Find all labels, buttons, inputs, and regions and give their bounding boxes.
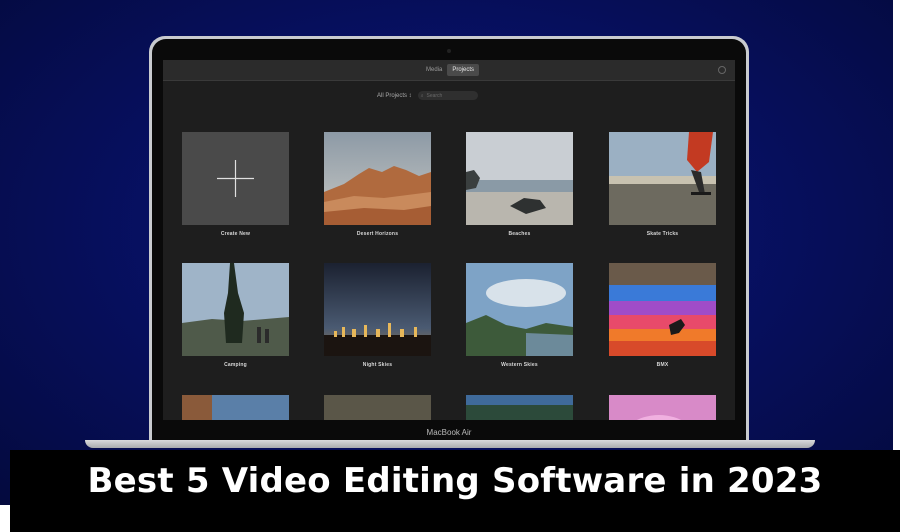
project-title: Camping: [224, 362, 247, 368]
app-window: Media Projects All Projects ↕ ⌕ Search C…: [163, 60, 735, 420]
project-card[interactable]: [609, 395, 716, 420]
project-card[interactable]: [466, 395, 573, 420]
project-card[interactable]: Skate Tricks: [609, 132, 716, 237]
search-input[interactable]: ⌕ Search: [417, 91, 478, 100]
project-thumbnail: [609, 132, 716, 225]
project-thumbnail: [466, 263, 573, 356]
search-placeholder: Search: [426, 92, 443, 99]
create-new-tile[interactable]: [182, 132, 289, 225]
project-card[interactable]: Beaches: [466, 132, 573, 237]
project-thumbnail: [466, 395, 573, 420]
search-icon: ⌕: [420, 92, 424, 99]
project-thumbnail: [609, 263, 716, 356]
banner-title: Best 5 Video Editing Software in 2023: [87, 461, 823, 501]
project-title: Desert Horizons: [356, 231, 399, 237]
project-title: Beaches: [508, 231, 531, 237]
project-card[interactable]: [324, 395, 431, 420]
project-card[interactable]: [182, 395, 289, 420]
project-thumbnail: [609, 395, 716, 420]
project-card[interactable]: Night Skies: [324, 263, 431, 368]
project-title: Create New: [220, 231, 251, 237]
project-thumbnail: [182, 395, 289, 420]
title-banner: Best 5 Video Editing Software in 2023: [10, 450, 900, 532]
tab-media[interactable]: Media: [421, 64, 447, 76]
toolbar: Media Projects: [163, 60, 735, 81]
tab-projects[interactable]: Projects: [447, 64, 480, 76]
project-card[interactable]: Create New: [182, 132, 289, 237]
project-card[interactable]: Desert Horizons: [324, 132, 431, 237]
camera-icon: [447, 49, 451, 53]
project-card[interactable]: Western Skies: [466, 263, 573, 368]
project-filter-bar: All Projects ↕ ⌕ Search: [377, 91, 478, 100]
device-label: MacBook Air: [426, 428, 472, 437]
project-title: Skate Tricks: [646, 231, 679, 237]
project-card[interactable]: Camping: [182, 263, 289, 368]
plus-icon: [217, 160, 254, 197]
laptop-base: [85, 440, 815, 448]
all-projects-dropdown[interactable]: All Projects ↕: [377, 93, 412, 99]
project-card[interactable]: BMX: [609, 263, 716, 368]
view-switcher: Media Projects: [421, 64, 480, 76]
project-title: Western Skies: [501, 362, 538, 368]
project-thumbnail: [182, 263, 289, 356]
project-thumbnail: [324, 132, 431, 225]
project-title: Night Skies: [362, 362, 393, 368]
project-thumbnail: [466, 132, 573, 225]
project-thumbnail: [324, 395, 431, 420]
settings-icon[interactable]: [718, 66, 726, 74]
project-title: BMX: [656, 362, 669, 368]
project-thumbnail: [324, 263, 431, 356]
